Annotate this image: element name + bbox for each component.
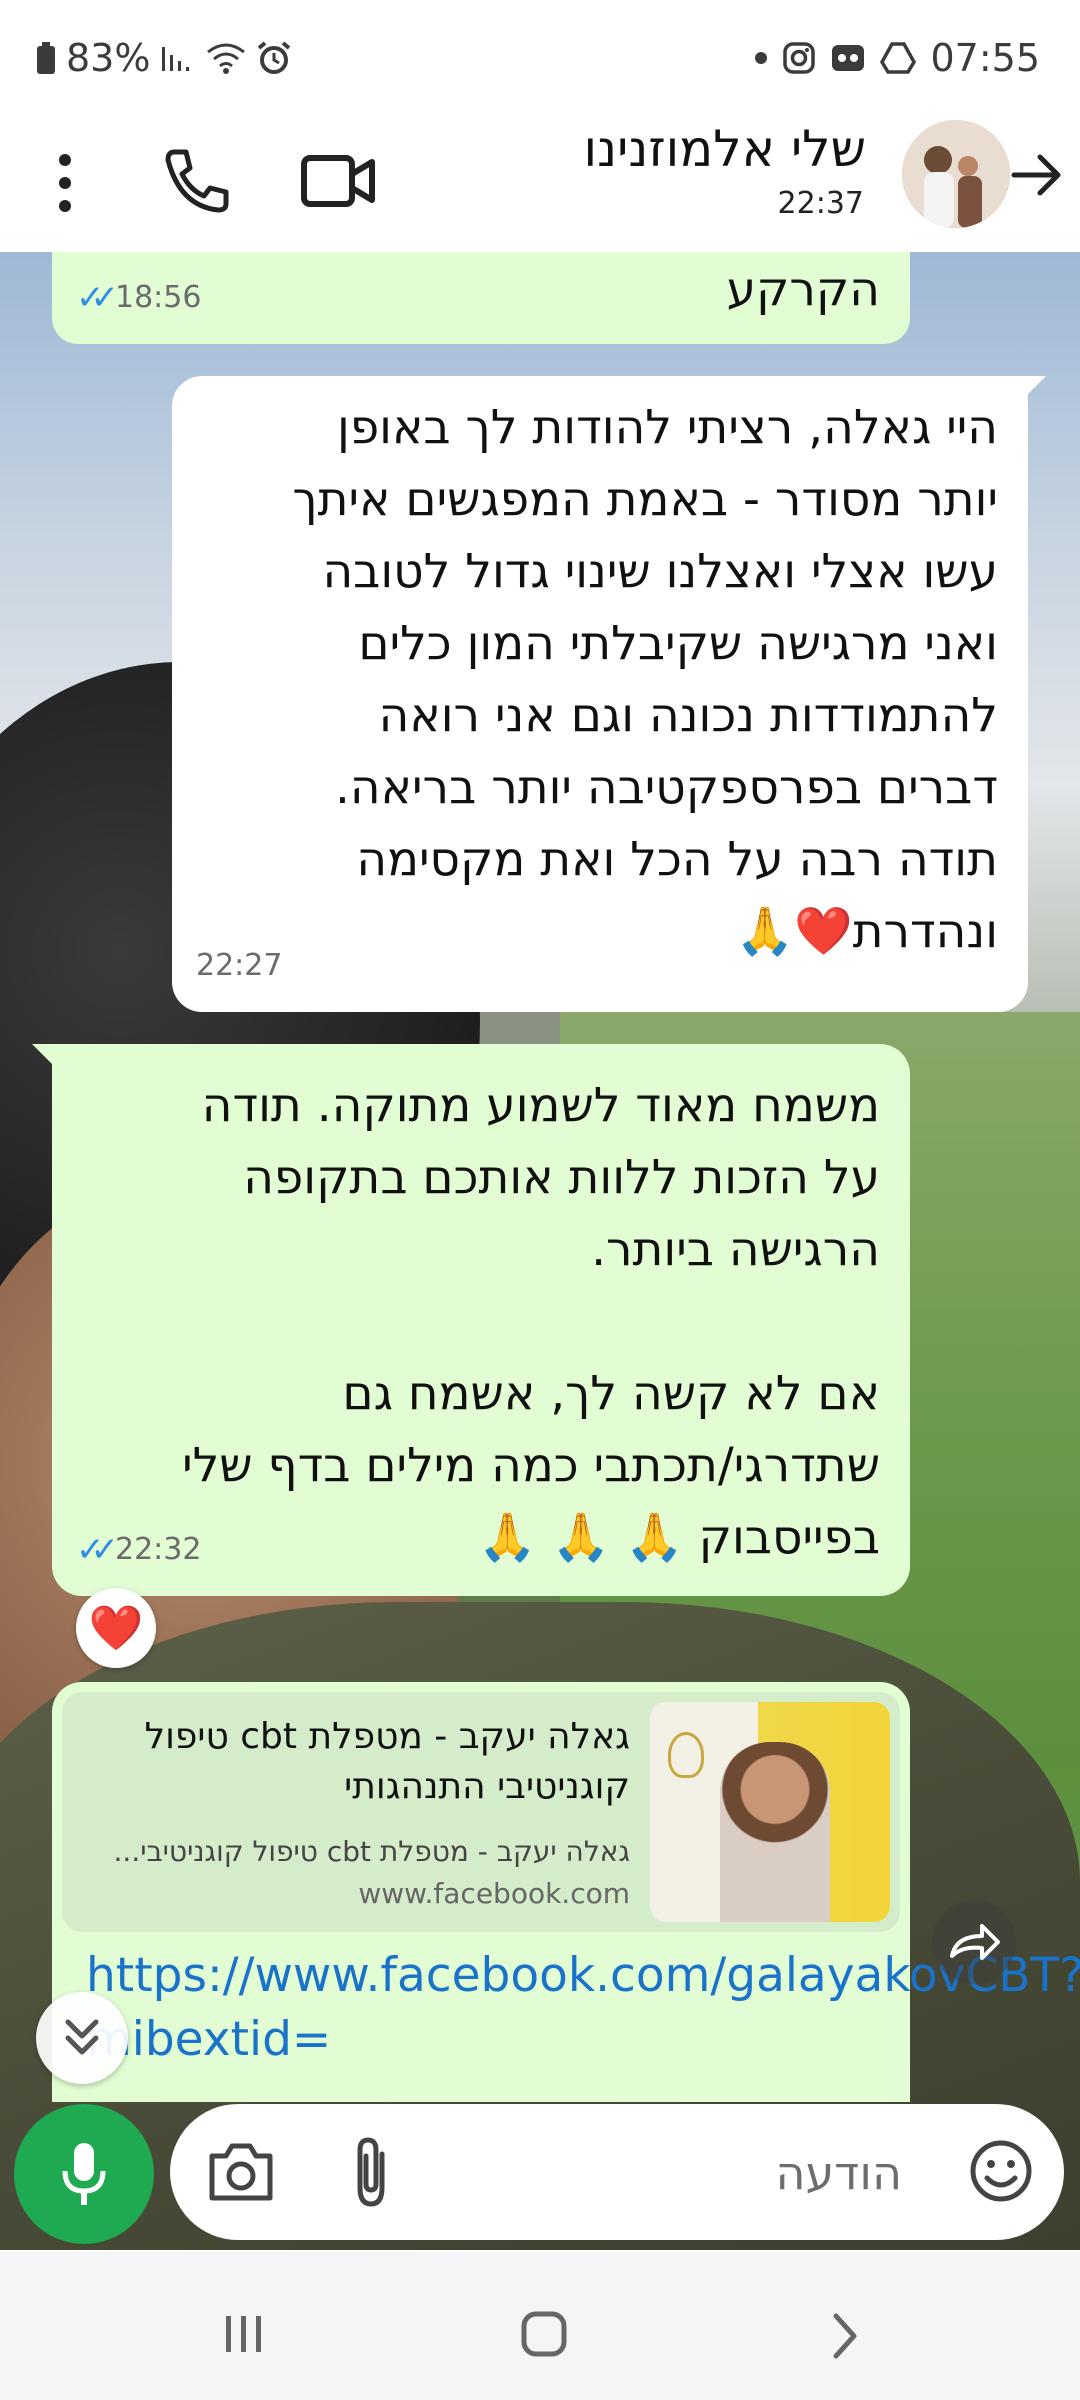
lightbulb-icon — [668, 1732, 704, 1778]
attach-icon[interactable] — [346, 2134, 396, 2210]
message-time: 22:27 — [196, 948, 283, 983]
emoji-icon[interactable] — [968, 2138, 1034, 2204]
last-seen: 22:37 — [777, 186, 864, 221]
contact-name[interactable]: שלי אלמוזנינו — [584, 120, 867, 178]
forward-icon — [950, 1924, 1000, 1960]
heart-reaction-icon[interactable]: ❤️ — [76, 1588, 156, 1668]
dot-icon — [755, 52, 768, 64]
message-text: הקרקע — [726, 262, 880, 317]
wifi-icon — [207, 43, 246, 74]
battery-icon — [37, 42, 55, 74]
status-left: 83% — [36, 36, 292, 80]
message-text: משמח מאוד לשמוע מתוקה. תודה על הזכות ללו… — [182, 1078, 880, 1565]
camera-icon[interactable] — [206, 2138, 276, 2204]
avatar[interactable] — [902, 120, 1010, 228]
phone-icon[interactable] — [160, 146, 230, 216]
bubble-tail — [1024, 376, 1046, 398]
read-ticks-icon: ✓✓ — [76, 278, 119, 318]
message-time: 18:56 — [114, 280, 202, 315]
avatar-photo — [902, 120, 1010, 228]
message-bubble-link[interactable]: גאלה יעקב - מטפלת cbt טיפול קוגניטיבי הת… — [52, 1682, 1080, 2102]
forward-button[interactable] — [932, 1900, 1016, 1984]
read-ticks-icon: ✓✓ — [76, 1530, 119, 1570]
system-nav-bar — [0, 2252, 1080, 2400]
bubble-tail — [32, 1044, 54, 1066]
message-input[interactable] — [430, 2134, 904, 2212]
video-icon[interactable] — [300, 146, 380, 216]
link-preview-card[interactable]: גאלה יעקב - מטפלת cbt טיפול קוגניטיבי הת… — [62, 1692, 900, 1932]
message-composer — [170, 2104, 1064, 2240]
link-preview-thumbnail — [650, 1702, 890, 1922]
message-bubble-outgoing[interactable]: משמח מאוד לשמוע מתוקה. תודה על הזכות ללו… — [32, 1044, 910, 1596]
scroll-down-button[interactable] — [36, 1992, 128, 2084]
message-meta: ✓✓ 22:32 — [76, 1514, 201, 1586]
signal-icon — [162, 47, 190, 71]
scroll-down-icon — [65, 2019, 99, 2055]
recents-icon[interactable] — [222, 2314, 266, 2354]
back-icon[interactable] — [830, 2312, 860, 2360]
message-text: היי גאלה, רציתי להודות לך באופן יותר מסו… — [292, 400, 998, 959]
battery-percent: 83% — [66, 36, 151, 80]
message-bubble-incoming[interactable]: היי גאלה, רציתי להודות לך באופן יותר מסו… — [172, 376, 1046, 1012]
message-meta: 22:27 — [196, 930, 282, 1002]
more-vert-icon[interactable] — [50, 148, 80, 218]
message-time: 22:32 — [114, 1532, 202, 1567]
alarm-icon — [258, 41, 291, 74]
clock: 07:55 — [930, 36, 1040, 80]
mic-icon — [62, 2143, 106, 2205]
message-link-url[interactable]: https://www.facebook.com/galayakovCBT?mi… — [86, 1944, 1080, 2072]
chat-header: שלי אלמוזנינו 22:37 — [0, 120, 1080, 252]
home-icon[interactable] — [520, 2310, 568, 2358]
status-right: 07:55 — [754, 36, 1040, 80]
arrow-forward-icon[interactable] — [1010, 148, 1064, 202]
instagram-icon — [783, 42, 816, 74]
voice-record-button[interactable] — [14, 2104, 154, 2244]
thumbnail-person — [720, 1742, 830, 1922]
link-preview-title: גאלה יעקב - מטפלת cbt טיפול קוגניטיבי הת… — [144, 1716, 630, 1807]
link-preview-domain: www.facebook.com — [358, 1877, 630, 1910]
message-meta: ✓✓ 18:56 — [76, 262, 201, 334]
drive-icon — [880, 42, 917, 74]
message-bubble-outgoing[interactable]: הקרקע ✓✓ 18:56 — [52, 252, 910, 344]
status-bar: 83% 07:55 — [0, 0, 1080, 120]
voicemail-icon — [832, 45, 865, 71]
